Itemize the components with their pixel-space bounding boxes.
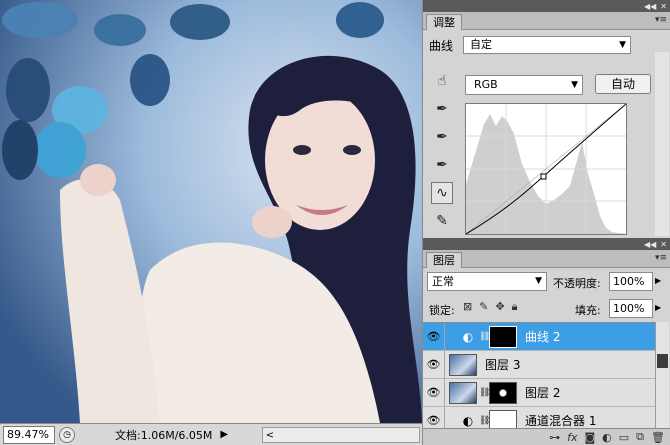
eye-icon[interactable]: 👁︎: [423, 323, 445, 351]
layer-row-curves-2[interactable]: 👁︎ ◐ ⛓ 曲线 2: [423, 323, 655, 351]
fx-icon[interactable]: fx: [567, 431, 577, 444]
fill-field[interactable]: 100%: [609, 299, 653, 318]
link-icon: ⛓: [479, 387, 491, 398]
tab-adjustments[interactable]: 调整: [426, 14, 462, 30]
opacity-field[interactable]: 100%: [609, 272, 653, 291]
black-eyedropper-icon[interactable]: ✒: [431, 98, 453, 120]
close-panel-icon[interactable]: ✕: [660, 240, 667, 249]
adjustments-tab-row: 调整 ▾≡: [423, 12, 670, 30]
curve-tool-icon[interactable]: ∿: [431, 182, 453, 204]
panel-strip: ◀◀ ✕: [423, 0, 670, 12]
layers-tab-row: 图层 ▾≡: [423, 250, 670, 268]
right-panel-dock: ◀◀ ✕ 调整 ▾≡ 曲线 自定 ▼ ☝ ✒ ✒ ✒ ∿ ✎ RGB ▼ 自动: [422, 0, 670, 445]
lock-label: 锁定:: [429, 304, 455, 317]
blend-mode-value: 正常: [432, 275, 454, 288]
layer-list: 👁︎ ◐ ⛓ 曲线 2 👁︎ 图层 3 👁︎ ⛓ 图层 2 👁︎ ◐ ⛓ 通道混…: [423, 322, 655, 428]
histogram-curve: [465, 103, 627, 235]
adjustments-panel: ◀◀ ✕ 调整 ▾≡ 曲线 自定 ▼ ☝ ✒ ✒ ✒ ∿ ✎ RGB ▼ 自动: [423, 0, 670, 238]
zoom-field[interactable]: 89.47%: [3, 425, 55, 444]
status-menu-icon[interactable]: ◷: [59, 426, 75, 443]
lock-icons: ⊠ ✎ ✥ 🔒︎: [463, 300, 518, 314]
document-canvas[interactable]: [0, 0, 422, 423]
status-arrow-icon[interactable]: ▶: [220, 429, 228, 440]
gray-eyedropper-icon[interactable]: ✒: [431, 126, 453, 148]
scroll-left-icon[interactable]: <: [263, 430, 277, 441]
curve-tools: ☝ ✒ ✒ ✒ ∿ ✎: [427, 70, 457, 238]
adjustment-icon[interactable]: ◐: [602, 431, 612, 444]
eye-icon[interactable]: 👁︎: [423, 378, 445, 407]
channel-select[interactable]: RGB ▼: [465, 75, 583, 95]
lock-position-icon[interactable]: ✥: [495, 300, 504, 314]
layer-mask-thumbnail[interactable]: [489, 381, 517, 404]
lock-all-icon[interactable]: 🔒︎: [512, 300, 518, 314]
layer-name: 曲线 2: [525, 330, 561, 344]
panel-menu-icon[interactable]: ▾≡: [655, 15, 667, 25]
fill-arrow-icon[interactable]: ▶: [655, 303, 661, 312]
close-panel-icon[interactable]: ✕: [660, 2, 667, 11]
blend-mode-select[interactable]: 正常 ▼: [427, 272, 547, 291]
layer-thumbnail[interactable]: [449, 381, 477, 404]
adjustments-scrollbar[interactable]: [655, 52, 669, 236]
collapse-icon[interactable]: ◀◀: [644, 240, 656, 249]
preset-label: 曲线: [429, 38, 454, 53]
white-eyedropper-icon[interactable]: ✒: [431, 154, 453, 176]
curves-adjustment-icon: ◐: [462, 329, 474, 344]
collapse-icon[interactable]: ◀◀: [644, 2, 656, 11]
opacity-arrow-icon[interactable]: ▶: [655, 276, 661, 285]
trash-icon[interactable]: 🗑︎: [651, 431, 665, 444]
hand-adjust-icon[interactable]: ☝: [431, 70, 453, 92]
curve-graph[interactable]: [465, 103, 627, 235]
eye-icon[interactable]: 👁︎: [423, 350, 445, 379]
panel-menu-icon[interactable]: ▾≡: [655, 253, 667, 263]
chevron-down-icon: ▼: [619, 40, 626, 50]
layer-name: 图层 3: [485, 358, 521, 372]
layer-row-channel-mixer-1[interactable]: 👁︎ ◐ ⛓ 通道混合器 1: [423, 406, 655, 428]
status-bar: 89.47% ◷ 文档:1.06M/6.05M ▶ <: [0, 423, 422, 445]
layer-row-layer-3[interactable]: 👁︎ 图层 3: [423, 350, 655, 379]
preset-value: 自定: [470, 38, 492, 51]
panel-strip: ◀◀ ✕: [423, 238, 670, 250]
fill-label: 填充:: [575, 304, 601, 317]
link-icon[interactable]: ⊶: [549, 431, 560, 444]
layer-thumbnail[interactable]: [449, 353, 477, 376]
document-info: 文档:1.06M/6.05M: [115, 428, 213, 442]
horizontal-scrollbar[interactable]: <: [262, 427, 420, 443]
group-icon[interactable]: ▭: [619, 431, 629, 444]
layer-name: 通道混合器 1: [525, 414, 597, 428]
link-icon: ⛓: [479, 331, 491, 342]
lock-transparency-icon[interactable]: ⊠: [463, 300, 472, 314]
layer-mask-thumbnail[interactable]: [489, 325, 517, 348]
link-icon: ⛓: [479, 415, 491, 426]
layer-mask-thumbnail[interactable]: [489, 409, 517, 428]
auto-button[interactable]: 自动: [595, 74, 651, 94]
new-layer-icon[interactable]: ⧉: [636, 430, 644, 444]
eye-icon[interactable]: 👁︎: [423, 406, 445, 428]
layers-bottom-toolbar: ⊶ fx ◙ ◐ ▭ ⧉ 🗑︎: [423, 428, 670, 445]
pencil-icon[interactable]: ✎: [431, 210, 453, 232]
scrollbar-thumb[interactable]: [657, 354, 668, 368]
channel-value: RGB: [474, 78, 498, 91]
channel-mixer-adjustment-icon: ◐: [462, 413, 474, 428]
layer-row-layer-2[interactable]: 👁︎ ⛓ 图层 2: [423, 378, 655, 407]
layer-name: 图层 2: [525, 386, 561, 400]
tab-layers[interactable]: 图层: [426, 252, 462, 268]
chevron-down-icon: ▼: [535, 276, 542, 286]
layer-list-scrollbar[interactable]: [655, 322, 669, 428]
preset-row: 曲线 自定 ▼: [429, 36, 631, 54]
layers-panel: ◀◀ ✕ 图层 ▾≡ 正常 ▼ 不透明度: 100% ▶ 锁定: ⊠ ✎ ✥ 🔒…: [423, 238, 670, 445]
mask-icon[interactable]: ◙: [584, 431, 595, 444]
lock-pixels-icon[interactable]: ✎: [479, 300, 488, 314]
chevron-down-icon: ▼: [571, 80, 578, 90]
preset-select[interactable]: 自定 ▼: [463, 36, 631, 54]
photo: [0, 0, 422, 423]
opacity-label: 不透明度:: [553, 277, 601, 290]
